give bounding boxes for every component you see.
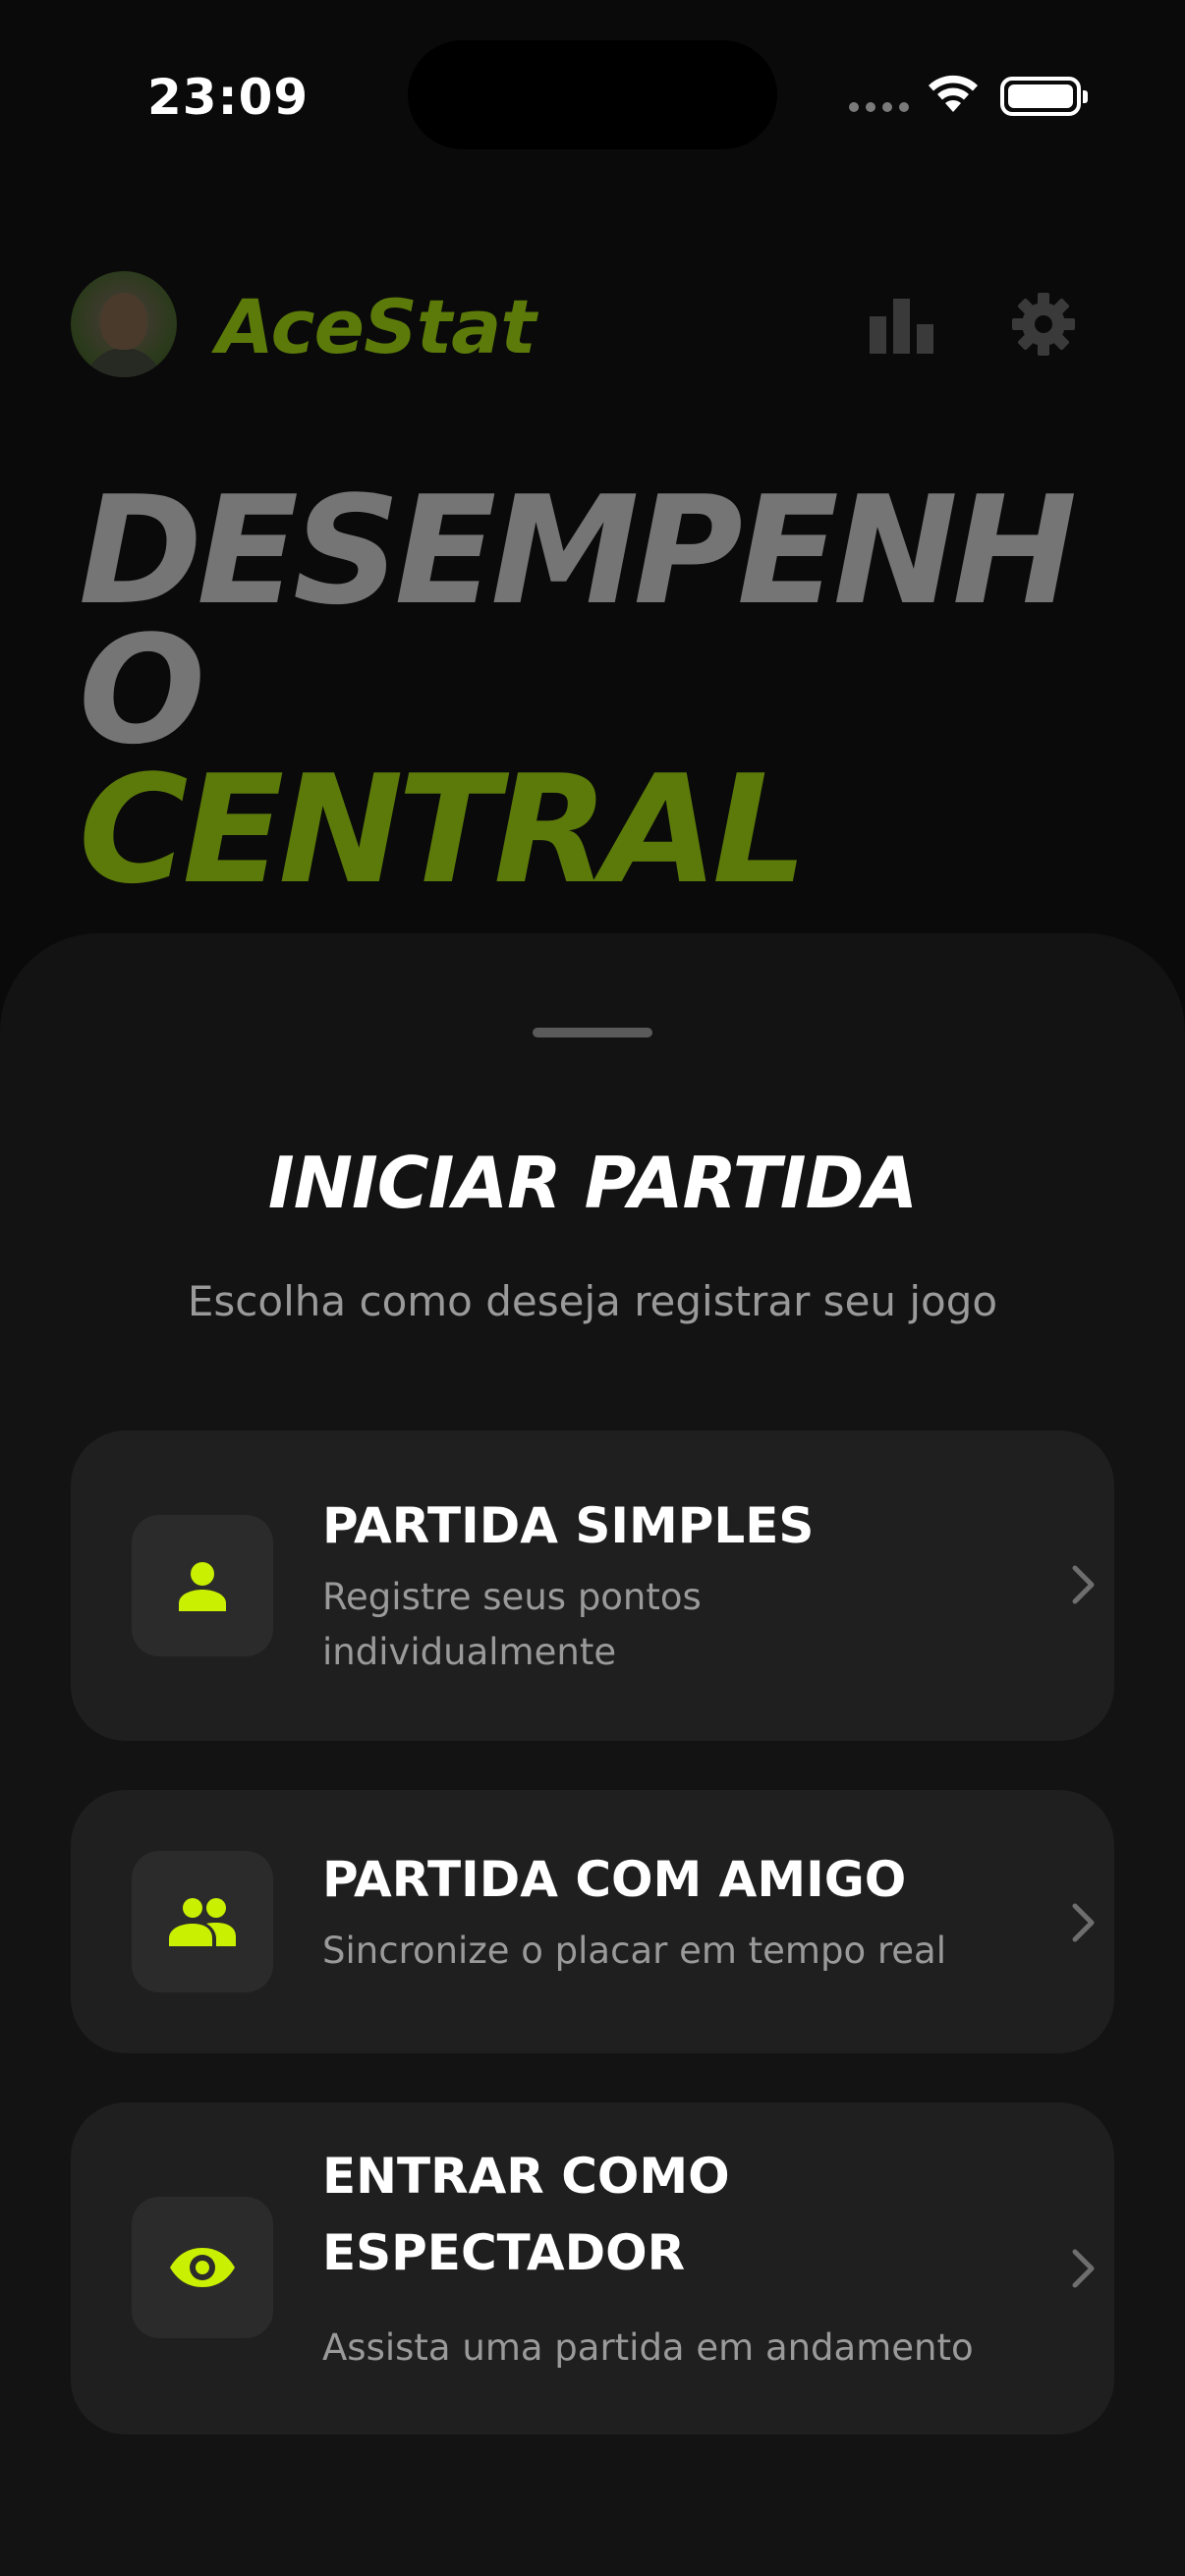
- sheet-subtitle: Escolha como deseja registrar seu jogo: [187, 1277, 998, 1325]
- person-icon: [179, 1562, 226, 1611]
- eye-icon: [170, 2248, 235, 2287]
- battery-icon: [1000, 77, 1088, 116]
- chevron-right-icon: [1071, 2248, 1097, 2293]
- hero-line-1: DESEMPENH: [79, 464, 1077, 638]
- hero-line-3: CENTRAL: [79, 743, 808, 917]
- option-description: Registre seus pontos individualmente: [322, 1576, 702, 1673]
- group-icon: [169, 1898, 236, 1946]
- option-join-as-spectator[interactable]: ENTRAR COMO ESPECTADOR Assista uma parti…: [71, 2102, 1114, 2435]
- eye-icon-tile: [132, 2197, 273, 2338]
- person-icon-tile: [132, 1515, 273, 1656]
- option-simple-match[interactable]: PARTIDA SIMPLES Registre seus pontos ind…: [71, 1430, 1114, 1741]
- cellular-signal-icon: [849, 102, 909, 112]
- hero-heading: DESEMPENH O CENTRAL: [79, 464, 1159, 917]
- app-title: AceStat: [216, 283, 536, 370]
- option-title: PARTIDA COM AMIGO: [322, 1851, 907, 1908]
- hero-line-2: O: [79, 603, 205, 777]
- option-title: PARTIDA SIMPLES: [322, 1497, 815, 1554]
- group-icon-tile: [132, 1851, 273, 1992]
- bar-chart-icon[interactable]: [870, 295, 934, 358]
- option-description: Sincronize o placar em tempo real: [322, 1930, 946, 1972]
- sheet-title: INICIAR PARTIDA: [267, 1142, 918, 1224]
- app-screen: 23:09 AceStat DESEMPENH O CENTRAL INICIA…: [0, 0, 1185, 2576]
- status-time: 23:09: [147, 69, 310, 126]
- sheet-drag-handle[interactable]: [533, 1028, 652, 1037]
- gear-icon[interactable]: [1012, 293, 1075, 360]
- dynamic-island: [408, 40, 777, 149]
- chevron-right-icon: [1071, 1902, 1097, 1947]
- top-header: AceStat: [0, 265, 1185, 383]
- option-match-with-friend[interactable]: PARTIDA COM AMIGO Sincronize o placar em…: [71, 1790, 1114, 2053]
- option-description: Assista uma partida em andamento: [322, 2326, 974, 2369]
- status-bar: 23:09: [0, 0, 1185, 149]
- chevron-right-icon: [1071, 1564, 1097, 1609]
- avatar[interactable]: [71, 271, 177, 377]
- option-title: ENTRAR COMO ESPECTADOR: [322, 2148, 730, 2281]
- wifi-icon: [926, 71, 981, 118]
